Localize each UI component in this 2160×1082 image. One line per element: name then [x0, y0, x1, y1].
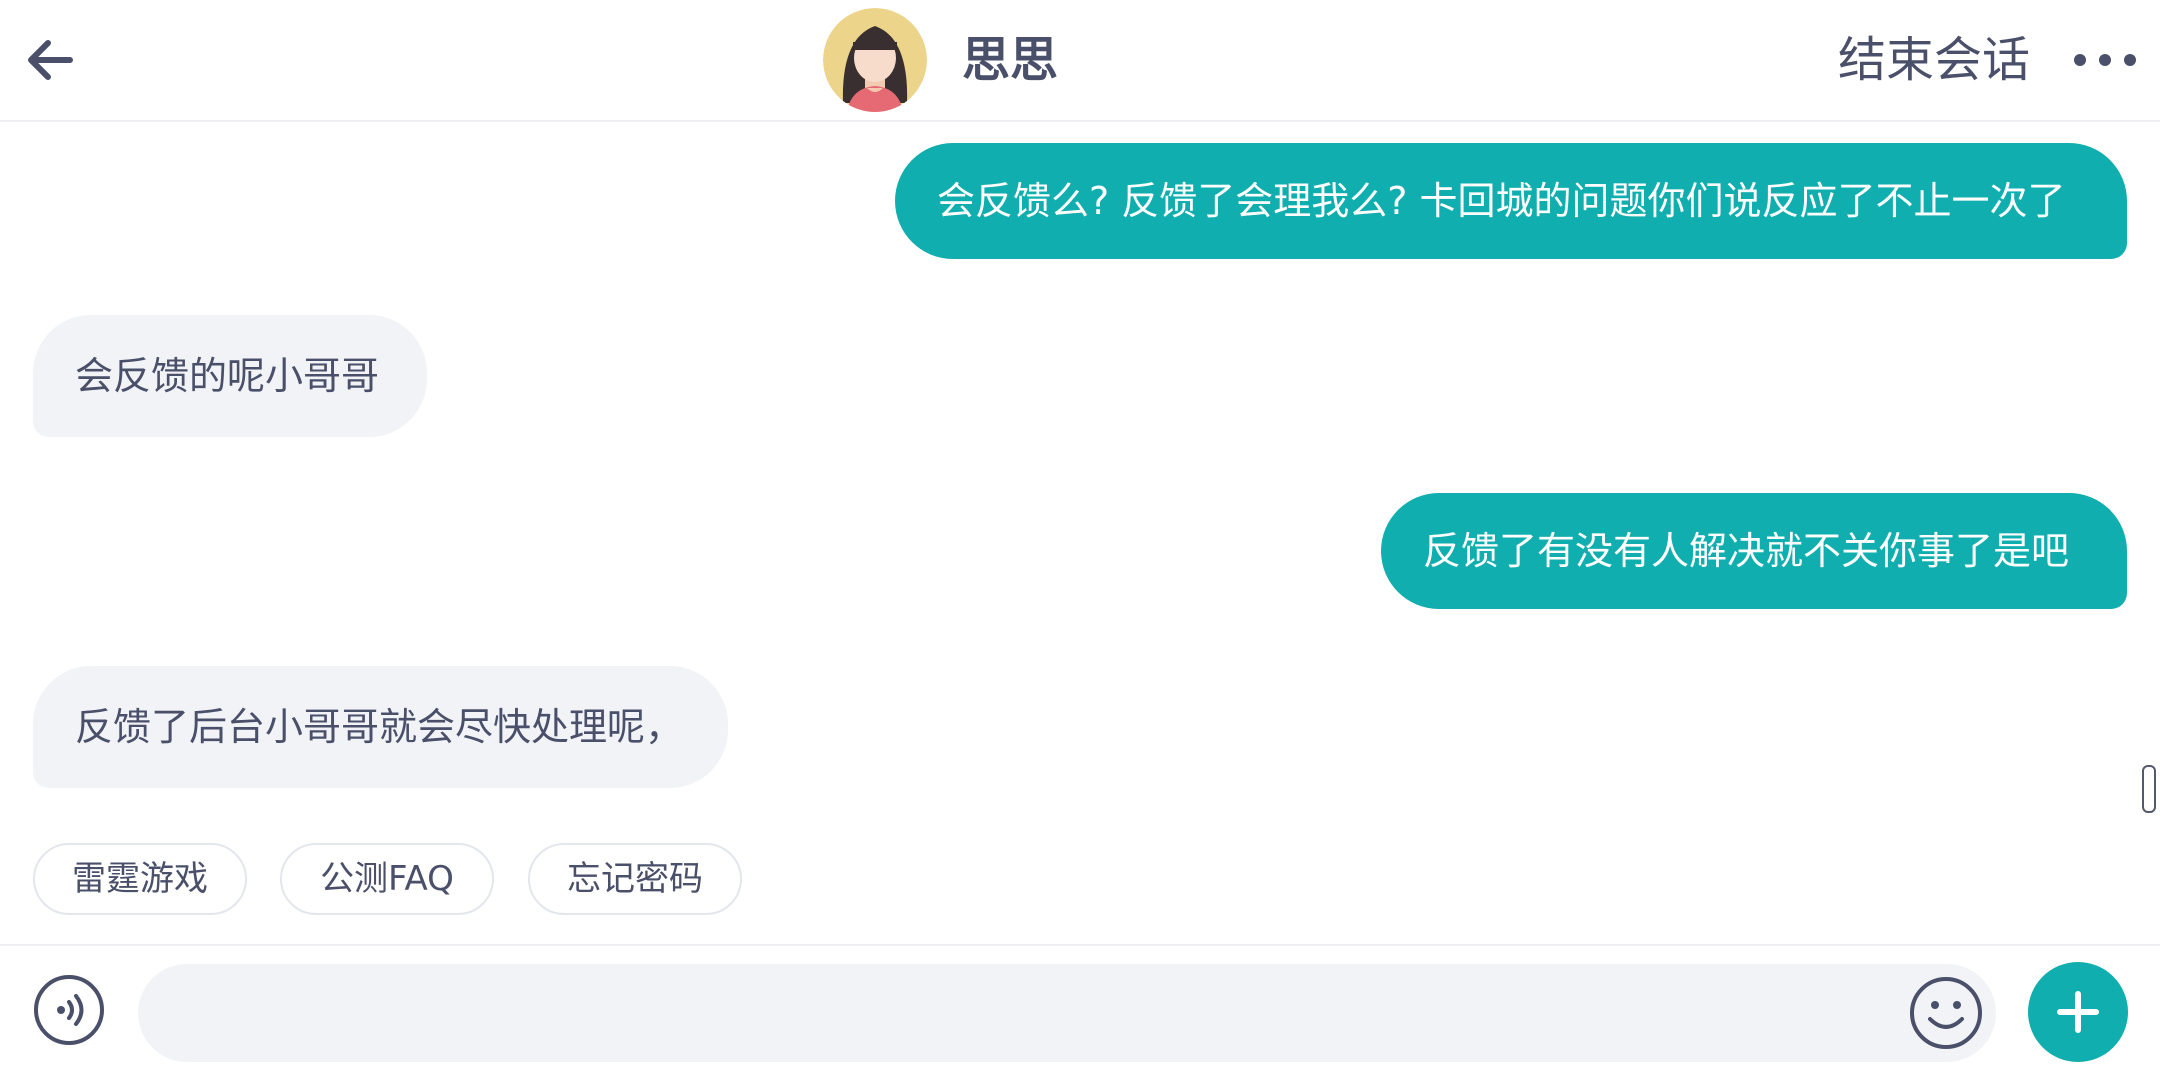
- avatar[interactable]: [823, 8, 927, 112]
- voice-button[interactable]: [33, 974, 105, 1046]
- chat-header: 思思 结束会话: [0, 0, 2160, 122]
- outgoing-message-bubble: 会反馈么? 反馈了会理我么? 卡回城的问题你们说反应了不止一次了: [895, 143, 2127, 259]
- quick-reply-chip[interactable]: 忘记密码: [528, 843, 742, 915]
- outgoing-message-bubble: 反馈了有没有人解决就不关你事了是吧: [1381, 493, 2127, 609]
- quick-reply-chip[interactable]: 雷霆游戏: [33, 843, 247, 915]
- contact-name: 思思: [962, 32, 1059, 88]
- add-button[interactable]: [2028, 962, 2128, 1062]
- arrow-left-icon: [28, 40, 73, 80]
- message-input[interactable]: [138, 964, 1996, 1062]
- incoming-message-bubble: 会反馈的呢小哥哥: [33, 315, 427, 437]
- scrollbar-thumb[interactable]: [2142, 765, 2156, 813]
- message-text: 会反馈的呢小哥哥: [75, 354, 380, 398]
- back-button[interactable]: [20, 30, 80, 90]
- more-horizontal-icon: [2074, 54, 2136, 66]
- more-button[interactable]: [2070, 40, 2140, 80]
- message-text: 反馈了有没有人解决就不关你事了是吧: [1423, 529, 2070, 573]
- emoji-button[interactable]: [1908, 975, 1984, 1051]
- female-avatar-icon: [823, 8, 927, 112]
- message-text: 会反馈么? 反馈了会理我么? 卡回城的问题你们说反应了不止一次了: [937, 179, 2066, 223]
- message-text: 反馈了后台小哥哥就会尽快处理呢，: [75, 705, 684, 749]
- voice-icon: [34, 975, 104, 1045]
- incoming-message-bubble: 反馈了后台小哥哥就会尽快处理呢，: [33, 666, 728, 788]
- quick-reply-chip[interactable]: 公测FAQ: [280, 843, 494, 915]
- end-session-button[interactable]: 结束会话: [1838, 28, 2030, 92]
- plus-icon: [2057, 991, 2099, 1033]
- emoji-icon: [1910, 977, 1982, 1049]
